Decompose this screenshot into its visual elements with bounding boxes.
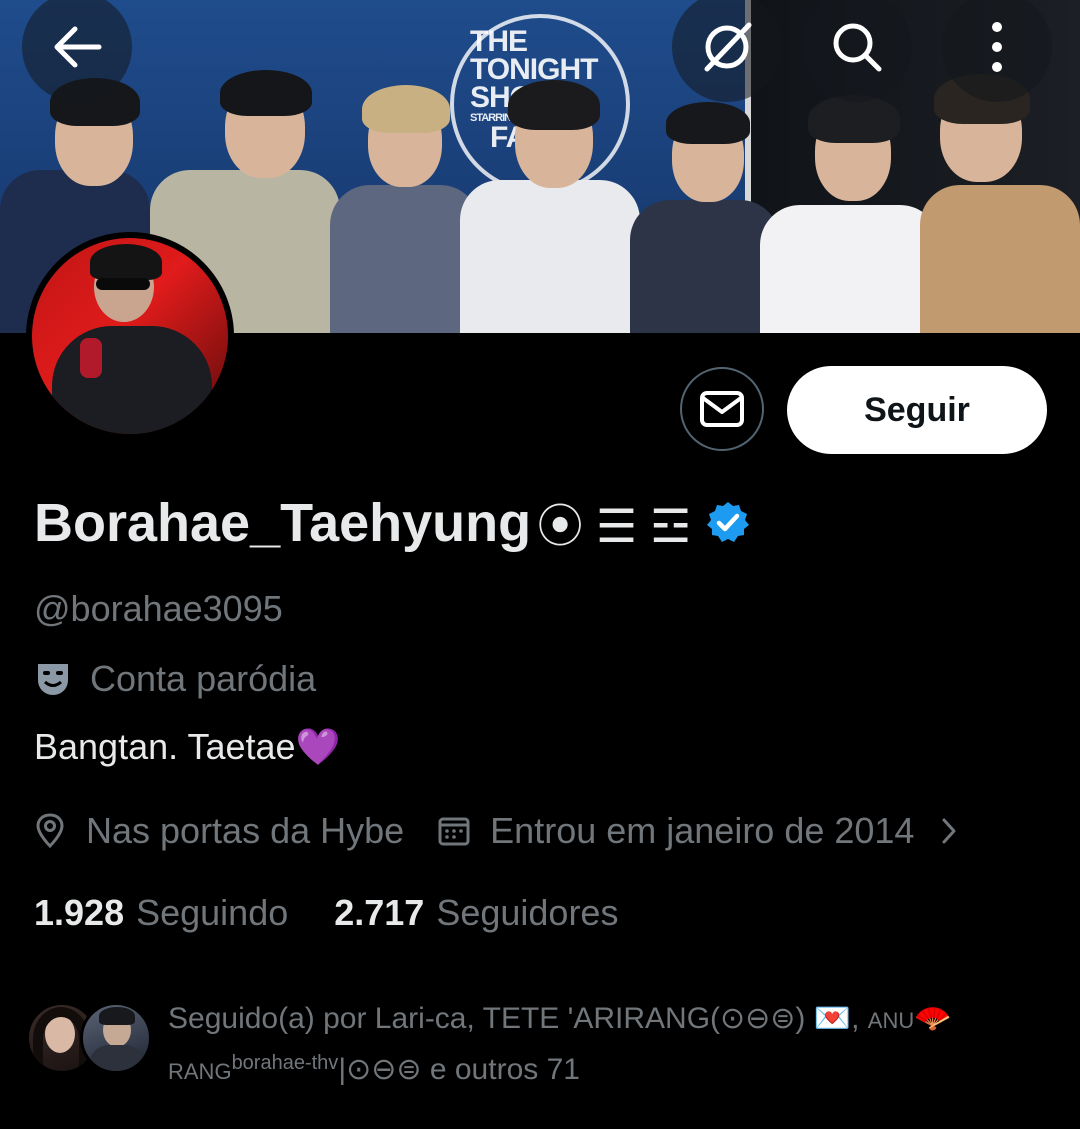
calendar-icon [438, 815, 470, 847]
following-link[interactable]: 1.928 Seguindo [34, 892, 288, 934]
location-item: Nas portas da Hybe [34, 810, 404, 852]
parody-label: Conta paródia [90, 658, 317, 699]
followers-link[interactable]: 2.717 Seguidores [334, 892, 618, 934]
grok-icon [704, 22, 752, 72]
following-count: 1.928 [34, 892, 125, 933]
user-handle: @borahae3095 [34, 588, 283, 629]
display-name-suffix: ⦿ ☰ ☲ [537, 500, 692, 552]
parody-label-row: Conta paródia [34, 658, 316, 700]
banner-person [760, 95, 940, 333]
followed-by-section[interactable]: Seguido(a) por Lari-ca, TETE 'ARIRANG(⊙⊖… [26, 998, 1028, 1093]
profile-bio: Bangtan. Taetae💜 [34, 726, 341, 767]
followers-label: Seguidores [436, 892, 619, 933]
banner-person [920, 70, 1080, 333]
followed-by-text-part: 🪭 [914, 1002, 952, 1035]
display-name: Borahae_Taehyung [34, 493, 532, 553]
joined-text: Entrou em janeiro de 2014 [490, 810, 915, 851]
followers-count: 2.717 [334, 892, 425, 933]
arrow-left-icon [54, 26, 102, 68]
follow-button[interactable]: Seguir [787, 366, 1047, 454]
profile-avatar[interactable] [26, 232, 234, 440]
follower-avatar [80, 1002, 152, 1074]
location-pin-icon [34, 813, 66, 849]
followed-by-text-part: RANG [168, 1059, 232, 1084]
follow-stats: 1.928 Seguindo 2.717 Seguidores [34, 892, 618, 934]
followed-by-avatars [26, 998, 156, 1074]
search-icon [833, 23, 882, 72]
profile-meta-row: Nas portas da Hybe Entrou em janeiro de … [34, 810, 958, 852]
more-vertical-icon [992, 22, 1002, 72]
followed-by-text: Seguido(a) por Lari-ca, TETE 'ARIRANG(⊙⊖… [168, 998, 1028, 1093]
location-text: Nas portas da Hybe [86, 810, 405, 851]
banner-person [630, 100, 780, 333]
chevron-right-icon [940, 816, 958, 846]
followed-by-text-part: borahae-thv [231, 1052, 339, 1074]
message-button[interactable] [680, 367, 764, 451]
avatar-image [32, 238, 228, 434]
banner-person [330, 85, 480, 333]
followed-by-text-part: |⊙⊖⊜ e outros 71 [338, 1053, 580, 1086]
envelope-icon [700, 391, 744, 427]
theater-mask-icon [38, 664, 68, 695]
joined-item[interactable]: Entrou em janeiro de 2014 [438, 810, 958, 852]
followed-by-text-part: Seguido(a) por Lari-ca, TETE 'ARIRANG(⊙⊖… [168, 1002, 868, 1035]
display-name-row: Borahae_Taehyung ⦿ ☰ ☲ [34, 490, 751, 556]
verified-badge-icon[interactable] [705, 500, 751, 546]
banner-person [460, 80, 640, 333]
following-label: Seguindo [136, 892, 289, 933]
followed-by-text-part: ANU [867, 1008, 915, 1033]
logo-line: THE [470, 25, 528, 58]
